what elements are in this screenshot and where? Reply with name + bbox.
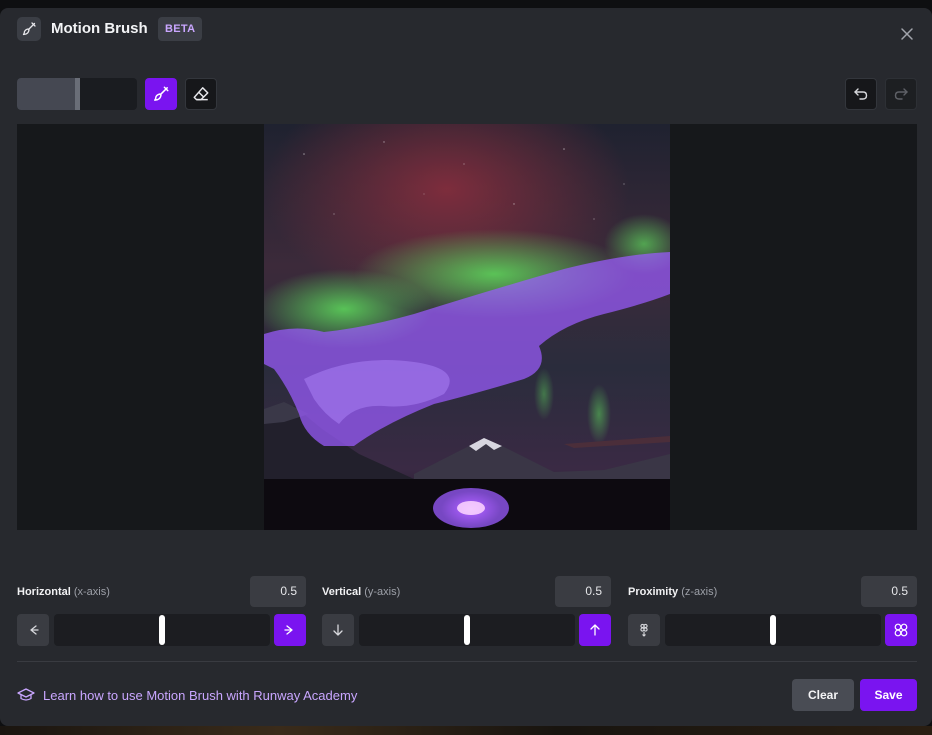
proximity-decrease-button[interactable] bbox=[628, 614, 660, 646]
beta-badge: BETA bbox=[158, 17, 203, 41]
save-button[interactable]: Save bbox=[860, 679, 917, 711]
brush-size-fill bbox=[17, 78, 75, 110]
horizontal-increase-button[interactable] bbox=[274, 614, 306, 646]
proximity-slider[interactable] bbox=[665, 614, 881, 646]
canvas-image[interactable] bbox=[264, 124, 670, 530]
background-strip bbox=[0, 726, 932, 735]
redo-icon bbox=[894, 88, 908, 100]
academy-link-text[interactable]: Learn how to use Motion Brush with Runwa… bbox=[43, 688, 357, 703]
undo-icon bbox=[854, 88, 868, 100]
brush-size-handle[interactable] bbox=[75, 78, 80, 110]
horizontal-slider[interactable] bbox=[54, 614, 270, 646]
arrow-up-icon bbox=[590, 624, 600, 636]
eraser-icon bbox=[193, 87, 209, 101]
clear-button[interactable]: Clear bbox=[792, 679, 854, 711]
proximity-slider-thumb[interactable] bbox=[770, 615, 776, 645]
brush-icon bbox=[154, 86, 169, 101]
proximity-label: Proximity (z-axis) bbox=[628, 585, 717, 599]
dialog-title: Motion Brush bbox=[51, 20, 148, 37]
vertical-axis: (y-axis) bbox=[361, 586, 401, 598]
arrow-down-icon bbox=[333, 624, 343, 636]
horizontal-slider-thumb[interactable] bbox=[159, 615, 165, 645]
vertical-label: Vertical (y-axis) bbox=[322, 585, 400, 599]
brush-tool-button[interactable] bbox=[145, 78, 177, 110]
vertical-decrease-button[interactable] bbox=[322, 614, 354, 646]
arrow-right-icon bbox=[284, 625, 293, 635]
undo-button[interactable] bbox=[845, 78, 877, 110]
close-icon bbox=[901, 28, 913, 40]
vertical-slider-thumb[interactable] bbox=[464, 615, 470, 645]
brush-size-slider[interactable] bbox=[17, 78, 137, 110]
proximity-title: Proximity bbox=[628, 586, 679, 598]
horizontal-decrease-button[interactable] bbox=[17, 614, 49, 646]
footer-divider bbox=[17, 661, 917, 662]
zoom-in-dots-icon bbox=[894, 623, 908, 637]
brush-icon bbox=[17, 17, 41, 41]
vertical-title: Vertical bbox=[322, 586, 362, 598]
horizontal-title: Horizontal bbox=[17, 586, 71, 598]
proximity-increase-button[interactable] bbox=[885, 614, 917, 646]
eraser-tool-button[interactable] bbox=[185, 78, 217, 110]
redo-button[interactable] bbox=[885, 78, 917, 110]
horizontal-axis: (x-axis) bbox=[70, 586, 110, 598]
vertical-increase-button[interactable] bbox=[579, 614, 611, 646]
horizontal-value-input[interactable]: 0.5 bbox=[250, 576, 306, 607]
proximity-axis: (z-axis) bbox=[678, 586, 718, 598]
proximity-value-input[interactable]: 0.5 bbox=[861, 576, 917, 607]
vertical-slider[interactable] bbox=[359, 614, 575, 646]
horizontal-label: Horizontal (x-axis) bbox=[17, 585, 110, 599]
vertical-value-input[interactable]: 0.5 bbox=[555, 576, 611, 607]
academy-link[interactable]: Learn how to use Motion Brush with Runwa… bbox=[17, 685, 357, 705]
close-button[interactable] bbox=[897, 24, 917, 44]
graduation-cap-icon bbox=[17, 688, 35, 701]
zoom-out-dots-icon bbox=[640, 623, 648, 637]
arrow-left-icon bbox=[30, 625, 39, 635]
